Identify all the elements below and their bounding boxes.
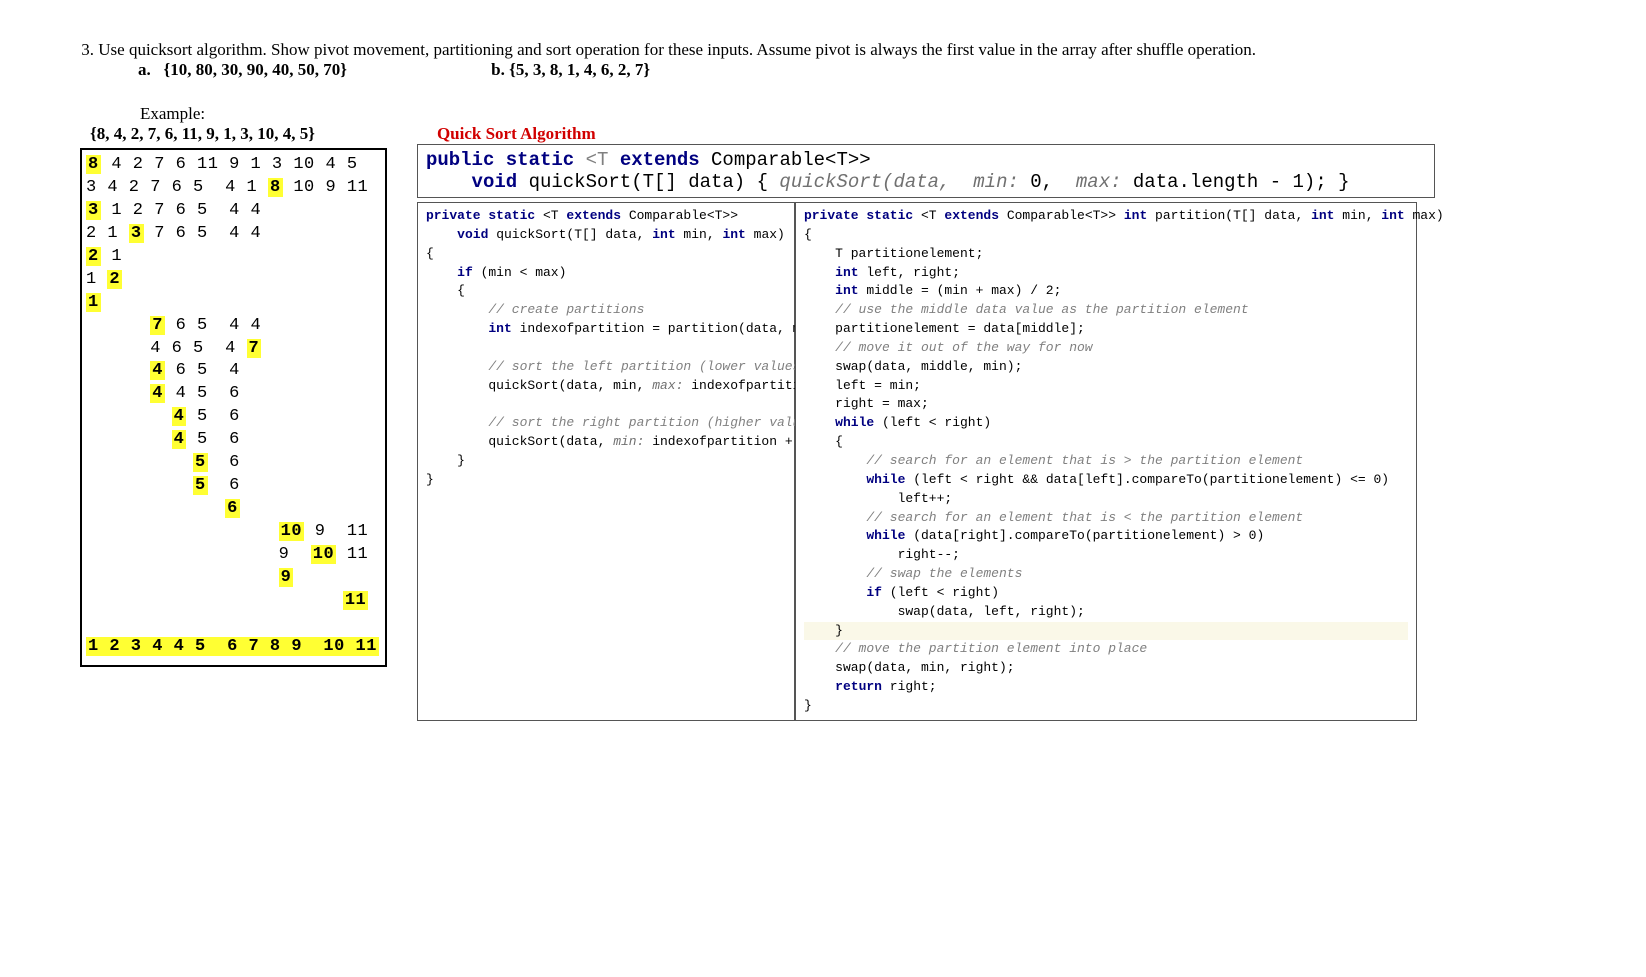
code-left: private static <T extends Comparable<T>>…	[417, 202, 795, 721]
trace-box: 8 4 2 7 6 11 9 1 3 10 4 5 3 4 2 7 6 5 4 …	[80, 148, 387, 667]
question-text: Use quicksort algorithm. Show pivot move…	[98, 40, 1256, 59]
sub-a-set: {10, 80, 30, 90, 40, 50, 70}	[164, 60, 347, 79]
example-label: Example:	[140, 104, 1586, 124]
code-top: public static <T extends Comparable<T>> …	[417, 144, 1435, 198]
question-number: 3.	[54, 40, 94, 60]
sub-a-label: a.	[138, 60, 151, 79]
question-block: 3. Use quicksort algorithm. Show pivot m…	[100, 40, 1586, 80]
quick-sort-title: Quick Sort Algorithm	[437, 124, 596, 144]
sub-b-label: b.	[491, 60, 505, 79]
example-input: {8, 4, 2, 7, 6, 11, 9, 1, 3, 10, 4, 5}	[90, 124, 387, 144]
sub-b-set: {5, 3, 8, 1, 4, 6, 2, 7}	[509, 60, 650, 79]
code-right: private static <T extends Comparable<T>>…	[795, 202, 1417, 721]
